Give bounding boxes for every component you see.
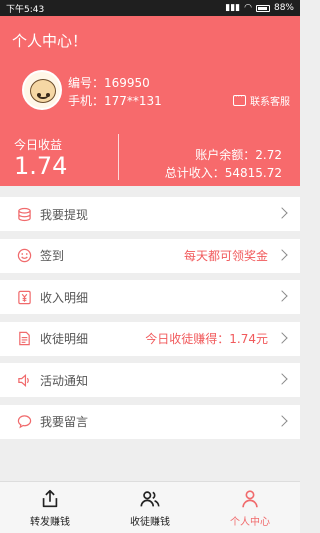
tab-personal-center[interactable]: 个人中心	[200, 482, 300, 533]
message-icon	[233, 92, 246, 106]
tab-label: 转发赚钱	[30, 516, 70, 528]
menu-item-notices[interactable]: 活动通知	[0, 363, 300, 397]
header-divider	[118, 134, 119, 180]
chat-bubble-icon	[16, 414, 32, 430]
chevron-right-icon	[276, 414, 288, 427]
tab-share-earn[interactable]: 转发赚钱	[0, 482, 100, 533]
menu-item-label: 收入明细	[40, 290, 89, 305]
menu-item-label: 我要提现	[40, 207, 89, 222]
tab-label: 个人中心	[230, 516, 270, 528]
today-earnings-value: 1.74	[14, 152, 68, 180]
menu-item-label: 我要留言	[40, 415, 89, 429]
chevron-right-icon	[276, 290, 288, 302]
menu-item-label: 收徒明细	[40, 332, 89, 346]
account-balance: 账户余额：2.72	[195, 148, 282, 162]
battery-icon	[255, 4, 270, 12]
coins-icon	[16, 206, 32, 222]
users-icon	[140, 490, 160, 506]
menu-item-income-details[interactable]: 收入明细	[0, 280, 300, 314]
status-time: 下午5:43	[6, 4, 45, 15]
chevron-right-icon	[276, 207, 288, 219]
avatar[interactable]	[22, 70, 62, 110]
user-id: 编号：169950	[68, 76, 150, 90]
wifi-icon: ◠	[244, 3, 252, 13]
bottom-tab-bar: 转发赚钱 收徒赚钱 个人中心	[0, 481, 300, 533]
total-income: 总计收入：54815.72	[164, 166, 282, 180]
menu-item-apprentice-details[interactable]: 收徒明细 今日收徒赚得：1.74元	[0, 321, 300, 356]
status-right: ▮▮▮ ◠ 88%	[225, 3, 294, 13]
tab-recruit-earn[interactable]: 收徒赚钱	[100, 482, 200, 533]
status-bar: 下午5:43 ▮▮▮ ◠ 88%	[0, 0, 300, 16]
chevron-right-icon	[276, 331, 288, 344]
smile-icon	[16, 248, 32, 264]
page-title: 个人中心！	[12, 32, 88, 50]
contact-support-button[interactable]: 联系客服	[233, 92, 290, 108]
battery-level: 88%	[273, 3, 294, 13]
yen-icon	[16, 289, 32, 305]
chevron-right-icon	[276, 248, 288, 261]
avatar-face-icon	[30, 79, 56, 103]
person-icon	[242, 489, 258, 507]
contact-support-label: 联系客服	[250, 97, 290, 108]
menu-item-leave-message[interactable]: 我要留言	[0, 404, 300, 439]
chevron-right-icon	[276, 373, 288, 385]
tab-label: 收徒赚钱	[130, 516, 170, 528]
document-icon	[16, 331, 32, 347]
menu-item-label: 签到	[40, 249, 65, 263]
menu-list: 我要提现 签到 每天都可领奖金 收入明细 收徒明细 今日收徒赚得：1.74元 活…	[0, 197, 300, 446]
menu-item-label: 活动通知	[40, 373, 89, 388]
user-phone: 手机：177**131	[68, 94, 162, 108]
share-icon	[42, 489, 58, 507]
signal-icon: ▮▮▮	[225, 3, 241, 13]
today-earnings-label: 今日收益	[14, 138, 63, 152]
menu-item-withdraw[interactable]: 我要提现	[0, 197, 300, 231]
speaker-icon	[16, 372, 32, 388]
checkin-reward-note: 每天都可领奖金	[183, 249, 268, 263]
profile-header: 个人中心！ 编号：169950 手机：177**131 联系客服 今日收益 1.…	[0, 16, 300, 186]
apprentice-earnings-note: 今日收徒赚得：1.74元	[145, 332, 268, 346]
menu-item-checkin[interactable]: 签到 每天都可领奖金	[0, 238, 300, 273]
